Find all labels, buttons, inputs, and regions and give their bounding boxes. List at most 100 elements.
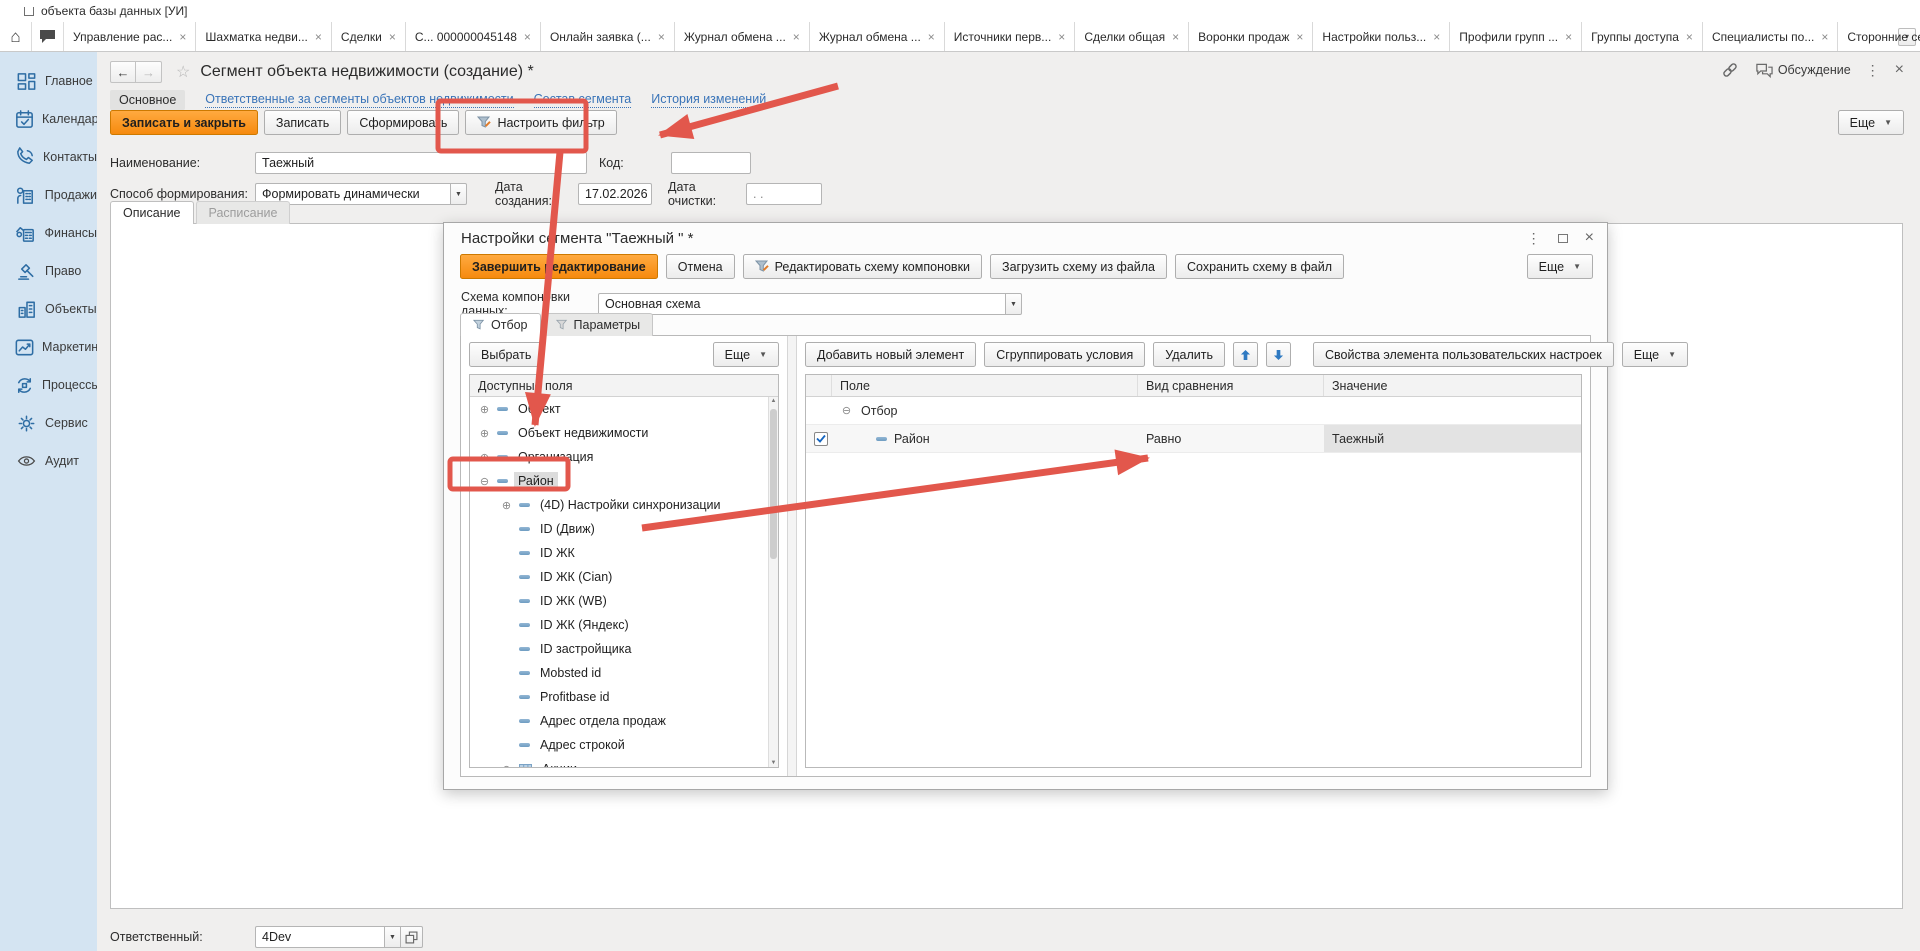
window-tab-7[interactable]: Источники перв...×: [945, 22, 1076, 51]
sidebar-item-processes[interactable]: Процессы: [0, 366, 97, 404]
edit-schema-button[interactable]: Редактировать схему компоновки: [743, 254, 982, 279]
favorite-star-icon[interactable]: ☆: [176, 62, 190, 82]
scroll-up-icon[interactable]: ▲: [769, 398, 778, 404]
tab-close-icon[interactable]: ×: [1172, 30, 1179, 44]
tree-item-8[interactable]: ID ЖК (WB): [470, 589, 768, 613]
user-settings-props-button[interactable]: Свойства элемента пользовательских настр…: [1313, 342, 1614, 367]
window-tab-8[interactable]: Сделки общая×: [1075, 22, 1189, 51]
tree-item-7[interactable]: ID ЖК (Cian): [470, 565, 768, 589]
schema-select-arrow-icon[interactable]: ▼: [1006, 293, 1022, 315]
tab-main[interactable]: Основное: [110, 90, 185, 110]
tab-close-icon[interactable]: ×: [1821, 30, 1828, 44]
link-icon[interactable]: [1720, 60, 1740, 80]
tab-description[interactable]: Описание: [110, 201, 194, 224]
home-button[interactable]: ⌂: [0, 22, 32, 51]
scrollbar-thumb[interactable]: [770, 409, 777, 559]
checkbox-checked-icon[interactable]: [814, 432, 828, 446]
scroll-down-icon[interactable]: ▼: [769, 760, 778, 766]
sidebar-item-objects[interactable]: Объекты: [0, 290, 97, 328]
tab-filter[interactable]: Отбор: [460, 313, 541, 336]
window-tab-14[interactable]: Сторонние серв...×: [1838, 22, 1920, 51]
code-input[interactable]: [671, 152, 751, 174]
sidebar-item-service[interactable]: Сервис: [0, 404, 97, 442]
window-tab-9[interactable]: Воронки продаж×: [1189, 22, 1313, 51]
window-tab-10[interactable]: Настройки польз...×: [1313, 22, 1450, 51]
add-element-button[interactable]: Добавить новый элемент: [805, 342, 976, 367]
dialog-more-button[interactable]: Еще▼: [1527, 254, 1593, 279]
group-conditions-button[interactable]: Сгруппировать условия: [984, 342, 1145, 367]
sidebar-item-law[interactable]: Право: [0, 252, 97, 290]
sidebar-item-calendar[interactable]: Календарь: [0, 100, 97, 138]
pane-splitter[interactable]: [787, 336, 797, 776]
tab-close-icon[interactable]: ×: [1565, 30, 1572, 44]
tab-close-icon[interactable]: ×: [1058, 30, 1065, 44]
tree-item-10[interactable]: ID застройщика: [470, 637, 768, 661]
sidebar-item-sales[interactable]: Продажи: [0, 176, 97, 214]
expander-minus-icon[interactable]: ⊖: [478, 475, 491, 488]
forward-button[interactable]: →: [136, 61, 162, 83]
close-form-icon[interactable]: ×: [1895, 61, 1904, 79]
window-tab-0[interactable]: Управление рас...×: [64, 22, 196, 51]
tab-close-icon[interactable]: ×: [793, 30, 800, 44]
window-tab-4[interactable]: Онлайн заявка (...×: [541, 22, 675, 51]
tree-item-4[interactable]: ⊕(4D) Настройки синхронизации: [470, 493, 768, 517]
tree-item-2[interactable]: ⊕Организация: [470, 445, 768, 469]
responsible-select-arrow-icon[interactable]: ▼: [385, 926, 401, 948]
window-tab-1[interactable]: Шахматка недви...×: [196, 22, 331, 51]
window-tab-2[interactable]: Сделки×: [332, 22, 406, 51]
back-button[interactable]: ←: [110, 61, 136, 83]
generate-button[interactable]: Сформировать: [347, 110, 459, 135]
more-menu-icon[interactable]: ⋮: [1866, 62, 1880, 79]
tree-item-12[interactable]: Profitbase id: [470, 685, 768, 709]
filter-group-row[interactable]: ⊖Отбор: [806, 397, 1581, 425]
window-tab-5[interactable]: Журнал обмена ...×: [675, 22, 810, 51]
configure-filter-button[interactable]: Настроить фильтр: [465, 110, 616, 135]
name-input[interactable]: Таежный: [255, 152, 587, 174]
expander-plus-icon[interactable]: ⊕: [500, 763, 513, 769]
collapse-icon[interactable]: ⊖: [840, 404, 853, 417]
filter-condition-row[interactable]: Район Равно Таежный: [806, 425, 1581, 453]
expander-plus-icon[interactable]: ⊕: [478, 427, 491, 440]
discussion-button[interactable]: Обсуждение: [1755, 62, 1851, 79]
comparison-cell[interactable]: Равно: [1138, 425, 1324, 452]
finish-editing-button[interactable]: Завершить редактирование: [460, 254, 658, 279]
cancel-button[interactable]: Отмена: [666, 254, 735, 279]
load-schema-button[interactable]: Загрузить схему из файла: [990, 254, 1167, 279]
tab-close-icon[interactable]: ×: [315, 30, 322, 44]
tree-scrollbar[interactable]: ▲ ▼: [768, 397, 778, 767]
left-more-button[interactable]: Еще▼: [713, 342, 779, 367]
move-up-button[interactable]: [1233, 342, 1258, 367]
tab-parameters[interactable]: Параметры: [543, 313, 654, 336]
open-responsible-button[interactable]: [401, 926, 423, 948]
expander-plus-icon[interactable]: ⊕: [478, 451, 491, 464]
tab-close-icon[interactable]: ×: [658, 30, 665, 44]
sidebar-item-marketing[interactable]: Маркетинг: [0, 328, 97, 366]
dialog-close-icon[interactable]: ×: [1585, 229, 1594, 247]
tree-item-13[interactable]: Адрес отдела продаж: [470, 709, 768, 733]
tree-item-9[interactable]: ID ЖК (Яндекс): [470, 613, 768, 637]
tab-close-icon[interactable]: ×: [524, 30, 531, 44]
sidebar-item-finance[interactable]: Финансы: [0, 214, 97, 252]
tree-item-3[interactable]: ⊖Район: [470, 469, 768, 493]
tab-history[interactable]: История изменений: [651, 92, 766, 108]
form-more-button[interactable]: Еще▼: [1838, 110, 1904, 135]
window-tab-11[interactable]: Профили групп ...×: [1450, 22, 1582, 51]
save-schema-button[interactable]: Сохранить схему в файл: [1175, 254, 1344, 279]
tab-close-icon[interactable]: ×: [389, 30, 396, 44]
dialog-menu-icon[interactable]: ⋮: [1527, 230, 1541, 247]
tree-item-5[interactable]: ID (Движ): [470, 517, 768, 541]
tab-composition[interactable]: Состав сегмента: [534, 92, 632, 108]
select-button[interactable]: Выбрать: [469, 342, 543, 367]
tree-item-6[interactable]: ID ЖК: [470, 541, 768, 565]
messages-button[interactable]: [32, 22, 64, 51]
sidebar-item-contacts[interactable]: Контакты: [0, 138, 97, 176]
move-down-button[interactable]: [1266, 342, 1291, 367]
responsible-select[interactable]: 4Dev: [255, 926, 385, 948]
created-date-input[interactable]: 17.02.2026: [578, 183, 652, 205]
delete-button[interactable]: Удалить: [1153, 342, 1225, 367]
save-close-button[interactable]: Записать и закрыть: [110, 110, 258, 135]
sidebar-item-audit[interactable]: Аудит: [0, 442, 97, 480]
tree-item-0[interactable]: ⊕Объект: [470, 397, 768, 421]
sidebar-item-main[interactable]: Главное: [0, 62, 97, 100]
tree-item-1[interactable]: ⊕Объект недвижимости: [470, 421, 768, 445]
